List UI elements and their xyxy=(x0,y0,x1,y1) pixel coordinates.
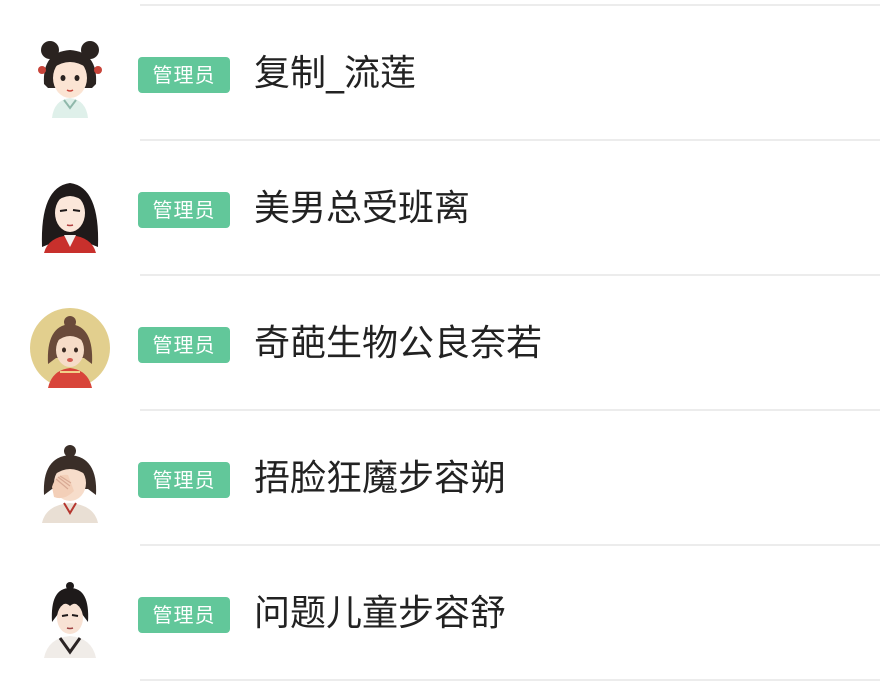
admin-role-badge: 管理员 xyxy=(138,327,230,363)
admin-role-badge: 管理员 xyxy=(138,57,230,93)
young-man-avatar-icon[interactable] xyxy=(30,578,110,658)
member-row[interactable]: 管理员 复制_流莲 xyxy=(0,6,880,141)
member-row[interactable]: 管理员 捂脸狂魔步容朔 xyxy=(0,411,880,546)
member-name: 美男总受班离 xyxy=(254,188,471,229)
member-row[interactable]: 管理员 美男总受班离 xyxy=(0,141,880,276)
woman-hair-buns-avatar-icon[interactable] xyxy=(30,38,110,118)
admin-role-badge: 管理员 xyxy=(138,192,230,228)
member-name: 捂脸狂魔步容朔 xyxy=(254,458,507,499)
long-black-hair-avatar-icon[interactable] xyxy=(30,173,110,253)
admin-role-badge: 管理员 xyxy=(138,462,230,498)
gold-background-avatar-icon[interactable] xyxy=(30,308,110,388)
admin-role-badge: 管理员 xyxy=(138,597,230,633)
member-row[interactable]: 管理员 问题儿童步容舒 xyxy=(0,546,880,681)
member-row[interactable]: 管理员 奇葩生物公良奈若 xyxy=(0,276,880,411)
member-list: 管理员 复制_流莲 管理员 美男总受班离 管理员 奇葩生物公良奈若 管理员 捂脸… xyxy=(0,6,880,681)
face-covering-avatar-icon[interactable] xyxy=(30,443,110,523)
member-name: 奇葩生物公良奈若 xyxy=(254,323,543,364)
member-name: 问题儿童步容舒 xyxy=(254,593,507,634)
member-name: 复制_流莲 xyxy=(254,53,417,94)
